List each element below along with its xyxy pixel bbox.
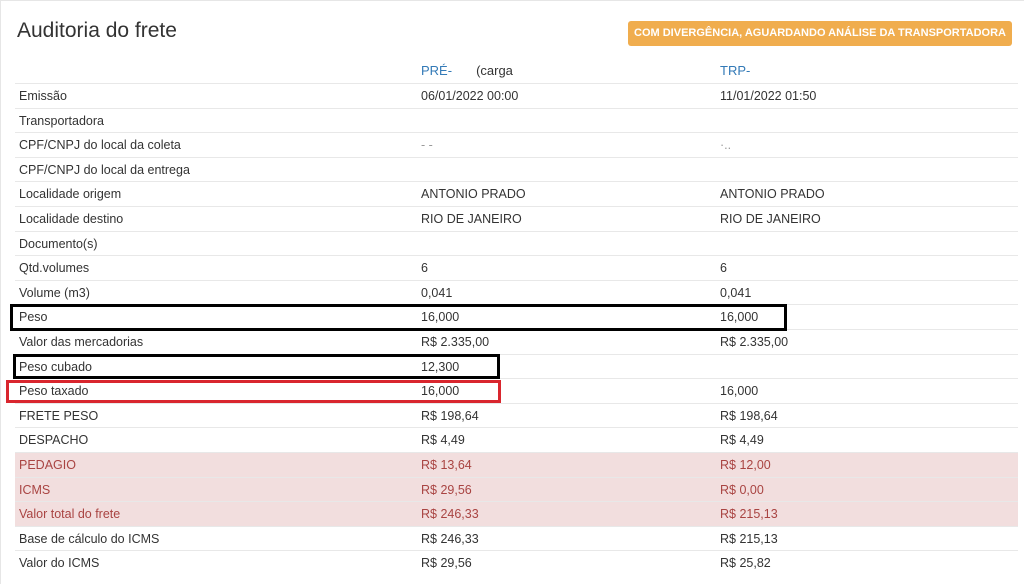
row-label: Valor das mercadorias [19,334,144,349]
row-value-pre: R$ 13,64 [421,457,472,472]
row-value-pre: ANTONIO PRADO [421,187,526,202]
column-header-pre[interactable]: PRÉ- (carga [421,63,513,78]
row-value-pre: R$ 29,56 [421,556,472,571]
row-value-trp: R$ 25,82 [720,556,771,571]
row-value-trp: 0,041 [720,285,752,300]
table-row: Peso taxado 16,000 16,000 [15,378,1018,403]
row-value-pre: 16,000 [421,384,460,399]
row-value-pre: R$ 198,64 [421,408,479,423]
row-label: Transportadora [19,113,104,128]
row-label: Emissão [19,89,67,103]
row-value-pre: R$ 246,33 [421,531,479,546]
row-label: Peso cubado [19,359,92,374]
row-label: ICMS [19,482,51,497]
table-row: Peso 16,000 16,000 [15,304,1018,329]
row-value-trp: ANTONIO PRADO [720,187,825,202]
row-value-trp: R$ 4,49 [720,433,764,448]
row-value-trp: RIO DE JANEIRO [720,211,821,226]
row-label: DESPACHO [19,433,89,448]
row-label: Localidade origem [19,187,122,202]
table-row: Qtd.volumes 6 6 [15,255,1018,280]
table-row-divergent: ICMS R$ 29,56 R$ 0,00 [15,476,1018,502]
page-title: Auditoria do frete [17,19,177,42]
row-value-pre: 6 [421,261,428,276]
row-value-pre: 12,300 [421,359,460,374]
row-label: CPF/CNPJ do local da entrega [19,162,190,177]
row-label: Volume (m3) [19,285,90,300]
row-label: Peso [19,310,48,325]
row-label: Base de cálculo do ICMS [19,531,160,546]
table-row: Localidade destino RIO DE JANEIRO RIO DE J… [15,205,1018,231]
row-value-trp: R$ 0,00 [720,482,764,497]
table-row: CPF/CNPJ do local da entrega [15,156,1018,182]
row-value-trp: R$ 215,13 [720,531,778,546]
table-row: Transportadora [15,107,1018,133]
table-row: FRETE PESO R$ 198,64 R$ 198,64 [15,402,1018,428]
table-row: Valor do ICMS R$ 29,56 R$ 25,82 [15,550,1018,575]
row-value-trp: 6 [720,261,727,276]
row-value-pre: R$ 2.335,00 [421,334,490,349]
row-label: CPF/CNPJ do local da coleta [19,138,181,153]
row-label: Valor do ICMS [19,556,100,571]
row-label: FRETE PESO [19,408,99,423]
column-header-trp-label[interactable]: TRP- [720,63,750,78]
table-row: Localidade origem ANTONIO PRADO ANTONIO PR… [15,181,1018,206]
row-value-trp: 16,000 [720,310,759,325]
row-value-pre: - - [421,138,433,153]
audit-table: Emissão 06/01/2022 00:00 11/01/2022 01:50 … [15,83,1018,575]
table-row: Base de cálculo do ICMS R$ 246,33 R$ 215,1… [15,525,1018,551]
row-value-trp: R$ 198,64 [720,408,778,423]
column-header-pre-sub: (carga [476,63,513,78]
row-value-pre: R$ 246,33 [421,507,479,522]
row-label: Peso taxado [19,384,89,399]
table-row: Valor das mercadorias R$ 2.335,00 R$ 2.335… [15,328,1018,354]
table-row-divergent: Valor total do frete R$ 246,33 R$ 215,13 [15,501,1018,526]
table-row: Peso cubado 12,300 [15,353,1018,379]
column-header-trp[interactable]: TRP- [720,63,750,78]
row-value-pre: RIO DE JANEIRO [421,211,522,226]
row-value-pre: 06/01/2022 00:00 [421,89,519,103]
table-row: DESPACHO R$ 4,49 R$ 4,49 [15,427,1018,452]
table-row: Emissão 06/01/2022 00:00 11/01/2022 01:50 [15,83,1018,108]
row-value-pre: 16,000 [421,310,460,325]
table-row: Documento(s) [15,230,1018,256]
row-value-trp: 16,000 [720,384,759,399]
row-value-trp: 11/01/2022 01:50 [720,89,817,103]
row-label: PEDAGIO [19,457,76,472]
row-value-trp: ·.. [720,138,732,153]
row-label: Valor total do frete [19,507,121,522]
row-value-trp: R$ 12,00 [720,457,771,472]
row-label: Qtd.volumes [19,261,90,276]
row-label: Localidade destino [19,211,124,226]
row-value-trp: R$ 2.335,00 [720,334,789,349]
row-label: Documento(s) [19,236,98,251]
row-value-pre: 0,041 [421,285,453,300]
table-row: CPF/CNPJ do local da coleta - - ·.. [15,132,1018,157]
status-badge: COM DIVERGÊNCIA, AGUARDANDO ANÁLISE DA T… [628,21,1012,46]
row-value-pre: R$ 29,56 [421,482,472,497]
table-row-divergent: PEDAGIO R$ 13,64 R$ 12,00 [15,451,1018,477]
table-row: Volume (m3) 0,041 0,041 [15,279,1018,305]
column-header-pre-label[interactable]: PRÉ- [421,63,452,78]
audit-panel: Auditoria do frete COM DIVERGÊNCIA, AGUA… [0,0,1024,584]
row-value-trp: R$ 215,13 [720,507,778,522]
row-value-pre: R$ 4,49 [421,433,465,448]
